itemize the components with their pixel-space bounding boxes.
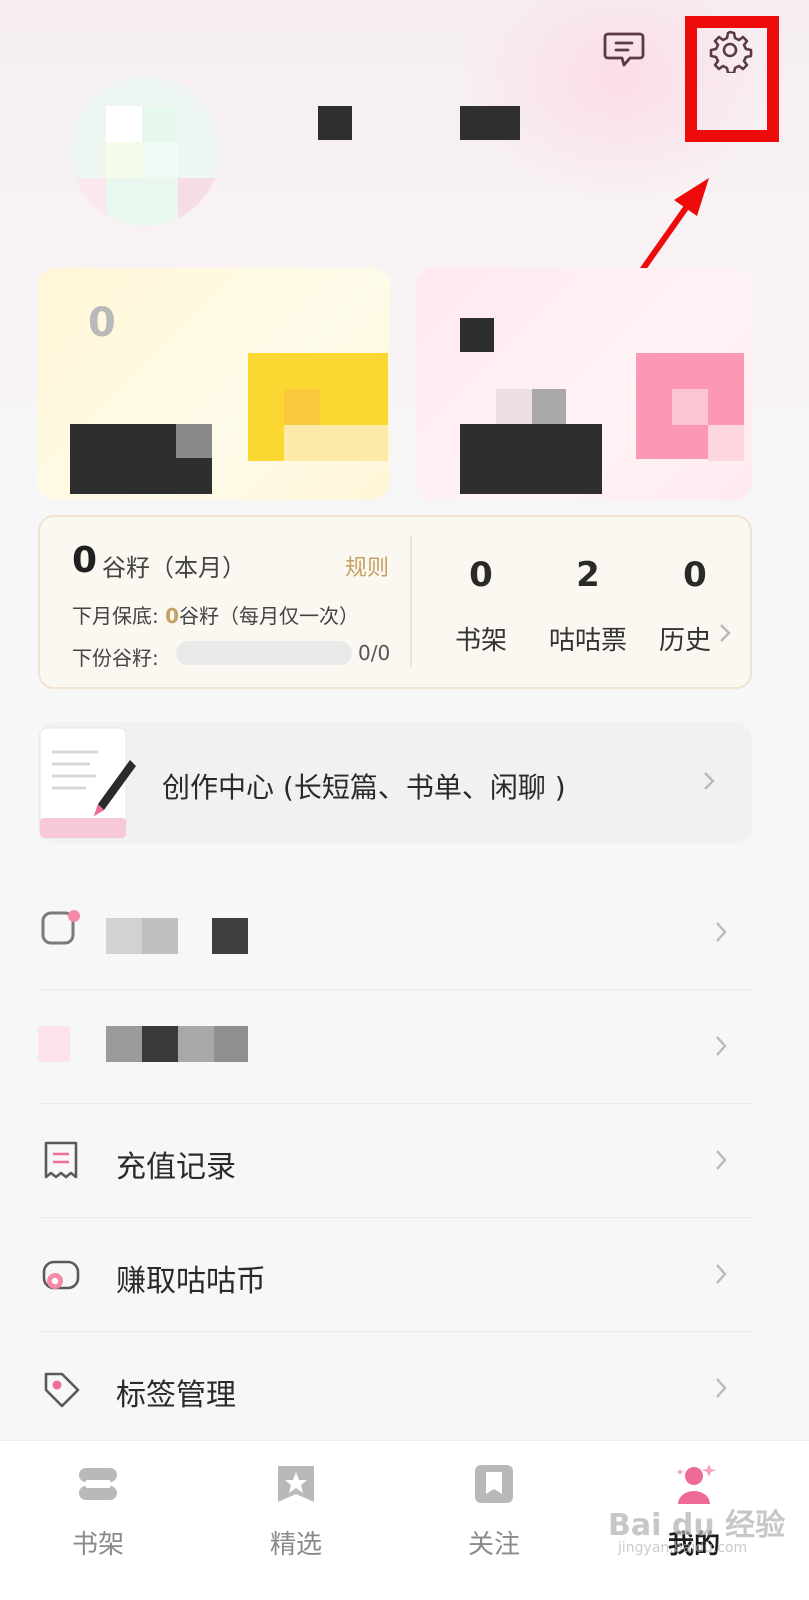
stat-bookshelf-label[interactable]: 书架	[426, 620, 536, 657]
guarantee-suffix: 谷籽（每月仅一次）	[179, 604, 360, 628]
menu-item-label: 充值记录	[116, 1150, 236, 1185]
guarantee-prefix: 下月保底:	[72, 604, 166, 628]
star-bookmark-icon	[278, 1466, 314, 1502]
book-icon	[475, 1465, 513, 1503]
creator-center-label: 创作中心 (长短篇、书单、闲聊 )	[162, 771, 566, 804]
watermark-url: jingyan.baidu.com	[618, 1540, 748, 1556]
menu-item-earn-coins[interactable]: 赚取咕咕币	[38, 1218, 752, 1332]
guarantee-value: 0	[165, 604, 180, 628]
receipt-icon	[44, 1141, 78, 1179]
chevron-right-icon	[716, 1036, 727, 1056]
tag-icon	[44, 1372, 80, 1408]
nav-label: 精选	[269, 1530, 322, 1560]
chevron-right-icon	[716, 1150, 727, 1170]
next-grain-progress-text: 0/0	[358, 641, 391, 665]
nav-tab-featured[interactable]: 精选	[236, 1440, 356, 1570]
nav-label: 关注	[467, 1530, 520, 1560]
nav-label: 书架	[71, 1530, 124, 1560]
vip-card-value: 0	[88, 300, 116, 346]
bookshelf-icon	[79, 1468, 117, 1500]
coin-icon	[42, 1260, 80, 1290]
chevron-right-icon	[704, 772, 715, 790]
menu-item-recharge-records[interactable]: 充值记录	[38, 1104, 752, 1218]
chevron-right-icon	[716, 1378, 727, 1398]
list-item-redacted-2[interactable]	[38, 990, 752, 1104]
annotation-highlight-box	[685, 16, 779, 142]
chevron-right-icon	[716, 1264, 727, 1284]
grain-value: 0	[72, 540, 98, 581]
chevron-right-icon	[720, 624, 731, 642]
grain-label: 谷籽（本月）	[102, 554, 246, 582]
menu-item-label: 赚取咕咕币	[116, 1264, 266, 1299]
stat-history-count[interactable]: 0	[650, 555, 740, 595]
message-button[interactable]	[602, 26, 646, 70]
menu-item-label: 标签管理	[116, 1378, 236, 1413]
message-icon	[603, 32, 645, 67]
next-grain-label: 下份谷籽:	[72, 646, 159, 670]
nav-tab-follow[interactable]: 关注	[434, 1440, 554, 1570]
nav-tab-bookshelf[interactable]: 书架	[38, 1440, 158, 1570]
guarantee-text: 下月保底: 0谷籽（每月仅一次）	[72, 600, 359, 629]
chevron-right-icon	[716, 922, 727, 942]
rules-link[interactable]: 规则	[345, 550, 389, 582]
redacted-row-icon	[41, 910, 80, 945]
stat-bookshelf-count[interactable]: 0	[436, 555, 526, 595]
menu-item-tag-management[interactable]: 标签管理	[38, 1332, 752, 1446]
list-item-redacted-1[interactable]	[38, 876, 752, 990]
pink-card[interactable]	[416, 268, 752, 500]
avatar[interactable]	[70, 76, 220, 226]
stat-gugu-ticket-count[interactable]: 2	[543, 555, 633, 595]
stats-divider	[410, 537, 412, 667]
stat-gugu-ticket-label[interactable]: 咕咕票	[533, 620, 643, 657]
watermark: Bai du 经验	[608, 1508, 786, 1543]
next-grain-progress-bar	[176, 641, 352, 665]
writing-book-icon	[39, 727, 136, 839]
username-redacted[interactable]	[250, 100, 630, 160]
